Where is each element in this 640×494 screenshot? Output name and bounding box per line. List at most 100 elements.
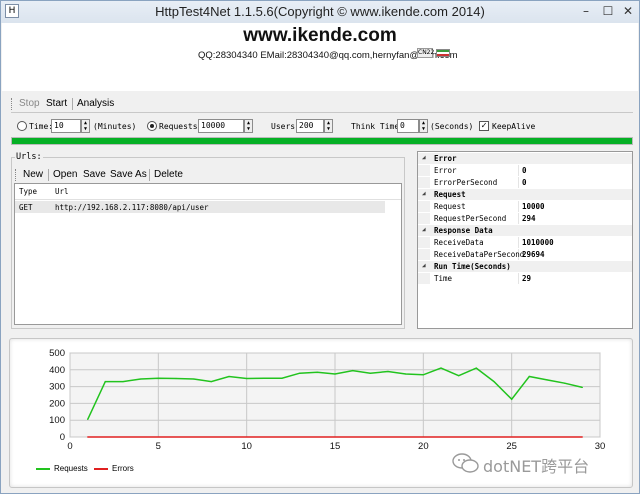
row-url: http://192.168.2.117:8080/api/user bbox=[55, 203, 209, 212]
keepalive-label: KeepAlive bbox=[492, 122, 536, 131]
collapse-triangle-icon[interactable]: ◢ bbox=[422, 262, 426, 269]
property-category[interactable]: ◢ Error bbox=[418, 153, 632, 164]
property-divider bbox=[518, 213, 519, 224]
flag-icon[interactable] bbox=[436, 49, 450, 57]
property-row[interactable]: RequestPerSecond 294 bbox=[418, 213, 632, 224]
title-bar[interactable]: H HttpTest4Net 1.1.5.6(Copyright © www.i… bbox=[1, 1, 639, 23]
x-tick-label: 0 bbox=[67, 441, 72, 452]
data-point bbox=[352, 370, 354, 372]
data-point bbox=[299, 372, 301, 374]
start-button[interactable]: Start bbox=[46, 98, 67, 109]
property-divider bbox=[518, 273, 519, 284]
data-point bbox=[405, 373, 407, 375]
property-row[interactable]: ErrorPerSecond 0 bbox=[418, 177, 632, 188]
property-gutter bbox=[418, 177, 430, 188]
analysis-button[interactable]: Analysis bbox=[77, 98, 114, 109]
data-point bbox=[193, 378, 195, 380]
keepalive-checkbox[interactable]: ✓ bbox=[479, 121, 489, 131]
toolbar-grip[interactable] bbox=[11, 98, 13, 110]
toolbar-separator bbox=[72, 98, 73, 110]
legend-requests-swatch bbox=[36, 468, 50, 470]
statistics-property-grid[interactable]: ◢ Error Error 0 ErrorPerSecond 0 ◢ Request Reque… bbox=[417, 151, 633, 329]
y-tick-label: 0 bbox=[60, 432, 65, 443]
y-tick-label: 400 bbox=[49, 365, 65, 376]
property-category[interactable]: ◢ Response Data bbox=[418, 225, 632, 236]
requests-input[interactable]: 10000 bbox=[198, 119, 244, 133]
open-button[interactable]: Open bbox=[53, 169, 77, 180]
y-tick-label: 500 bbox=[49, 348, 65, 359]
y-tick-label: 200 bbox=[49, 398, 65, 409]
x-tick-label: 15 bbox=[330, 441, 341, 452]
property-gutter bbox=[418, 249, 430, 260]
property-gutter bbox=[418, 237, 430, 248]
data-point bbox=[228, 375, 230, 378]
property-category-name: Run Time(Seconds) bbox=[434, 262, 511, 271]
property-row[interactable]: Time 29 bbox=[418, 273, 632, 284]
y-tick-label: 300 bbox=[49, 382, 65, 393]
save-button[interactable]: Save bbox=[83, 169, 106, 180]
time-spinner[interactable]: ▲ ▼ bbox=[81, 119, 90, 133]
collapse-triangle-icon[interactable]: ◢ bbox=[422, 154, 426, 161]
requests-label: Requests: bbox=[159, 122, 203, 131]
progress-bar bbox=[11, 137, 633, 145]
property-gutter bbox=[418, 165, 430, 176]
time-unit-label: (Minutes) bbox=[93, 122, 137, 131]
requests-radio[interactable] bbox=[147, 121, 157, 131]
data-point bbox=[581, 436, 583, 438]
data-point bbox=[564, 382, 566, 384]
urls-table[interactable]: Type Url GET http://192.168.2.117:8080/a… bbox=[14, 183, 402, 325]
property-divider bbox=[518, 237, 519, 248]
collapse-triangle-icon[interactable]: ◢ bbox=[422, 226, 426, 233]
property-category[interactable]: ◢ Run Time(Seconds) bbox=[418, 261, 632, 272]
think-time-input[interactable]: 0 bbox=[397, 119, 419, 133]
data-point bbox=[458, 375, 460, 377]
x-tick-label: 20 bbox=[418, 441, 429, 452]
data-point bbox=[369, 372, 371, 374]
data-point bbox=[528, 375, 530, 378]
data-point bbox=[140, 378, 142, 380]
property-key: Time bbox=[434, 274, 453, 283]
property-value: 29694 bbox=[522, 250, 545, 259]
main-window: H HttpTest4Net 1.1.5.6(Copyright © www.i… bbox=[0, 0, 640, 494]
time-input[interactable]: 10 bbox=[51, 119, 81, 133]
data-point bbox=[475, 367, 477, 369]
urls-toolbar-grip[interactable] bbox=[15, 169, 17, 181]
options-row: Time: 10 ▲ ▼ (Minutes) Requests: 10000 ▲ ▼… bbox=[15, 118, 635, 134]
data-point bbox=[334, 373, 336, 375]
language-button[interactable]: CN22 bbox=[417, 48, 434, 58]
legend-errors-label: Errors bbox=[112, 464, 134, 473]
property-value: 0 bbox=[522, 166, 527, 175]
urls-toolbar: New Open Save Save As Delete bbox=[15, 167, 401, 183]
property-divider bbox=[518, 177, 519, 188]
data-point bbox=[104, 380, 106, 383]
property-row[interactable]: ReceiveDataPerSecond 29694 bbox=[418, 249, 632, 260]
new-url-button[interactable]: New bbox=[23, 169, 43, 180]
property-row[interactable]: ReceiveData 1010000 bbox=[418, 237, 632, 248]
collapse-triangle-icon[interactable]: ◢ bbox=[422, 190, 426, 197]
property-category-name: Error bbox=[434, 154, 457, 163]
users-spinner[interactable]: ▲ ▼ bbox=[324, 119, 333, 133]
save-as-button[interactable]: Save As bbox=[110, 169, 147, 180]
users-input[interactable]: 200 bbox=[296, 119, 324, 133]
requests-spinner[interactable]: ▲ ▼ bbox=[244, 119, 253, 133]
property-key: ReceiveDataPerSecond bbox=[434, 250, 525, 259]
property-category-name: Request bbox=[434, 190, 466, 199]
table-row[interactable]: GET http://192.168.2.117:8080/api/user bbox=[15, 201, 385, 213]
data-point bbox=[87, 436, 89, 438]
property-row[interactable]: Error 0 bbox=[418, 165, 632, 176]
think-time-spinner[interactable]: ▲ ▼ bbox=[419, 119, 428, 133]
row-type: GET bbox=[19, 203, 33, 212]
data-point bbox=[493, 380, 495, 383]
stop-button[interactable]: Stop bbox=[19, 98, 40, 109]
data-point bbox=[87, 418, 89, 420]
property-category[interactable]: ◢ Request bbox=[418, 189, 632, 200]
data-point bbox=[440, 367, 442, 369]
column-header-type[interactable]: Type bbox=[19, 187, 37, 196]
close-button[interactable]: ✕ bbox=[615, 2, 640, 20]
delete-button[interactable]: Delete bbox=[154, 169, 183, 180]
time-radio[interactable] bbox=[17, 121, 27, 131]
property-row[interactable]: Request 10000 bbox=[418, 201, 632, 212]
property-key: Request bbox=[434, 202, 466, 211]
column-header-url[interactable]: Url bbox=[55, 187, 69, 196]
property-category-name: Response Data bbox=[434, 226, 493, 235]
